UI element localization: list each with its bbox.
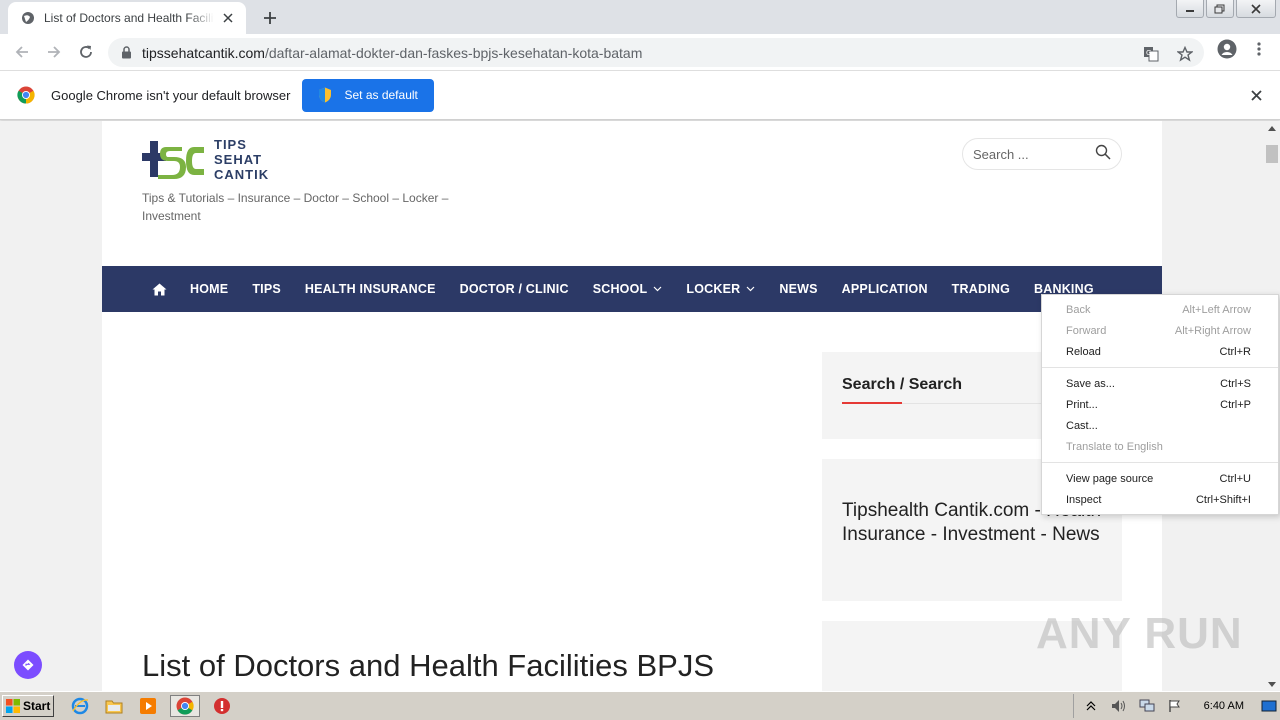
globe-icon	[20, 10, 36, 26]
start-button[interactable]: Start	[2, 695, 54, 717]
home-icon[interactable]	[152, 281, 168, 297]
windows-taskbar: Start 6:40 AM	[0, 691, 1280, 720]
ctx-back[interactable]: Back Alt+Left Arrow	[1042, 299, 1278, 320]
menu-kebab-icon[interactable]	[1248, 38, 1270, 60]
start-label: Start	[23, 699, 51, 713]
forward-button[interactable]	[38, 38, 70, 66]
chevron-down-icon	[653, 286, 662, 292]
internet-explorer-icon[interactable]	[68, 695, 92, 717]
context-menu: Back Alt+Left Arrow Forward Alt+Right Arro…	[1041, 294, 1279, 515]
minimize-button[interactable]	[1176, 0, 1204, 18]
close-window-button[interactable]	[1236, 0, 1276, 18]
nav-item-locker[interactable]: LOCKER	[686, 282, 755, 296]
search-icon[interactable]	[1095, 144, 1111, 165]
ctx-save-as[interactable]: Save as... Ctrl+S	[1042, 373, 1278, 394]
ctx-translate[interactable]: Translate to English	[1042, 436, 1278, 457]
scrollbar-thumb[interactable]	[1266, 145, 1278, 163]
ctx-print[interactable]: Print... Ctrl+P	[1042, 394, 1278, 415]
widget-title: Search / Search	[842, 376, 963, 393]
tab-strip: List of Doctors and Health Facilities BP…	[0, 0, 1280, 34]
site-logo[interactable]: TIPS SEHAT CANTIK	[142, 137, 269, 182]
new-tab-button[interactable]	[258, 6, 282, 30]
close-tab-icon[interactable]	[220, 10, 236, 26]
action-center-flag-icon[interactable]	[1164, 695, 1186, 717]
tray-expand-icon[interactable]	[1080, 695, 1102, 717]
address-bar[interactable]: tipssehatcantik.com/daftar-alamat-dokter…	[108, 38, 1204, 67]
nav-item-application[interactable]: APPLICATION	[842, 282, 928, 296]
svg-text:G: G	[1146, 49, 1151, 57]
search-placeholder: Search ...	[973, 146, 1029, 162]
network-icon[interactable]	[1136, 695, 1158, 717]
media-player-icon[interactable]	[136, 695, 160, 717]
tab-title: List of Doctors and Health Facilities BP…	[44, 11, 214, 25]
scroll-up-arrow-icon[interactable]	[1264, 121, 1280, 135]
ctx-separator	[1042, 462, 1278, 463]
taskbar-clock[interactable]: 6:40 AM	[1204, 700, 1244, 712]
nav-item-tips[interactable]: TIPS	[252, 282, 281, 296]
reload-button[interactable]	[70, 38, 102, 66]
infobar-message: Google Chrome isn't your default browser	[51, 87, 291, 103]
maximize-button[interactable]	[1206, 0, 1234, 18]
window-controls	[1176, 0, 1276, 18]
profile-avatar-icon[interactable]	[1216, 38, 1238, 60]
ctx-reload[interactable]: Reload Ctrl+R	[1042, 341, 1278, 362]
url-text: tipssehatcantik.com/daftar-alamat-dokter…	[142, 44, 643, 61]
logo-mark-icon	[142, 139, 204, 181]
anyrun-watermark: ANY RUN	[1036, 609, 1243, 658]
lock-icon[interactable]	[118, 45, 134, 61]
site-tagline: Tips & Tutorials – Insurance – Doctor – …	[142, 191, 449, 223]
chrome-taskbar-icon[interactable]	[170, 695, 200, 717]
nav-item-school[interactable]: SCHOOL	[593, 282, 663, 296]
file-explorer-icon[interactable]	[102, 695, 126, 717]
widget-accent	[842, 402, 902, 404]
alert-app-icon[interactable]	[210, 695, 234, 717]
translate-icon[interactable]: G	[1140, 43, 1162, 65]
article-title: List of Doctors and Health Facilities BP…	[142, 648, 715, 683]
ctx-separator	[1042, 367, 1278, 368]
nav-item-doctor-clinic[interactable]: DOCTOR / CLINIC	[460, 282, 569, 296]
show-desktop-icon[interactable]	[1258, 695, 1280, 717]
shield-icon	[318, 87, 334, 103]
windows-flag-icon	[6, 699, 20, 713]
nav-item-health-insurance[interactable]: HEALTH INSURANCE	[305, 282, 436, 296]
chrome-logo-icon	[17, 86, 35, 104]
set-as-default-button[interactable]: Set as default	[302, 78, 434, 112]
volume-icon[interactable]	[1108, 695, 1130, 717]
default-browser-infobar: Google Chrome isn't your default browser…	[0, 71, 1280, 120]
close-infobar-icon[interactable]	[1248, 87, 1264, 103]
site-search-input[interactable]: Search ...	[962, 138, 1122, 170]
ctx-cast[interactable]: Cast...	[1042, 415, 1278, 436]
chevron-down-icon	[746, 286, 755, 292]
browser-tab[interactable]: List of Doctors and Health Facilities BP…	[8, 2, 246, 34]
set-as-default-label: Set as default	[344, 88, 418, 102]
bookmark-star-icon[interactable]	[1174, 43, 1196, 65]
ctx-inspect[interactable]: Inspect Ctrl+Shift+I	[1042, 489, 1278, 510]
assistant-float-button[interactable]	[14, 651, 42, 679]
nav-item-trading[interactable]: TRADING	[952, 282, 1010, 296]
scroll-down-arrow-icon[interactable]	[1264, 677, 1280, 691]
main-navigation: HOME TIPS HEALTH INSURANCE DOCTOR / CLIN…	[102, 266, 1162, 312]
ctx-forward[interactable]: Forward Alt+Right Arrow	[1042, 320, 1278, 341]
system-tray: 6:40 AM	[1072, 694, 1280, 718]
nav-item-news[interactable]: NEWS	[779, 282, 817, 296]
back-button[interactable]	[6, 38, 38, 66]
browser-toolbar: tipssehatcantik.com/daftar-alamat-dokter…	[0, 34, 1280, 71]
logo-wordmark: TIPS SEHAT CANTIK	[214, 137, 270, 182]
nav-item-home[interactable]: HOME	[190, 282, 228, 296]
ctx-view-source[interactable]: View page source Ctrl+U	[1042, 468, 1278, 489]
page-container: TIPS SEHAT CANTIK Tips & Tutorials – Ins…	[102, 121, 1162, 691]
